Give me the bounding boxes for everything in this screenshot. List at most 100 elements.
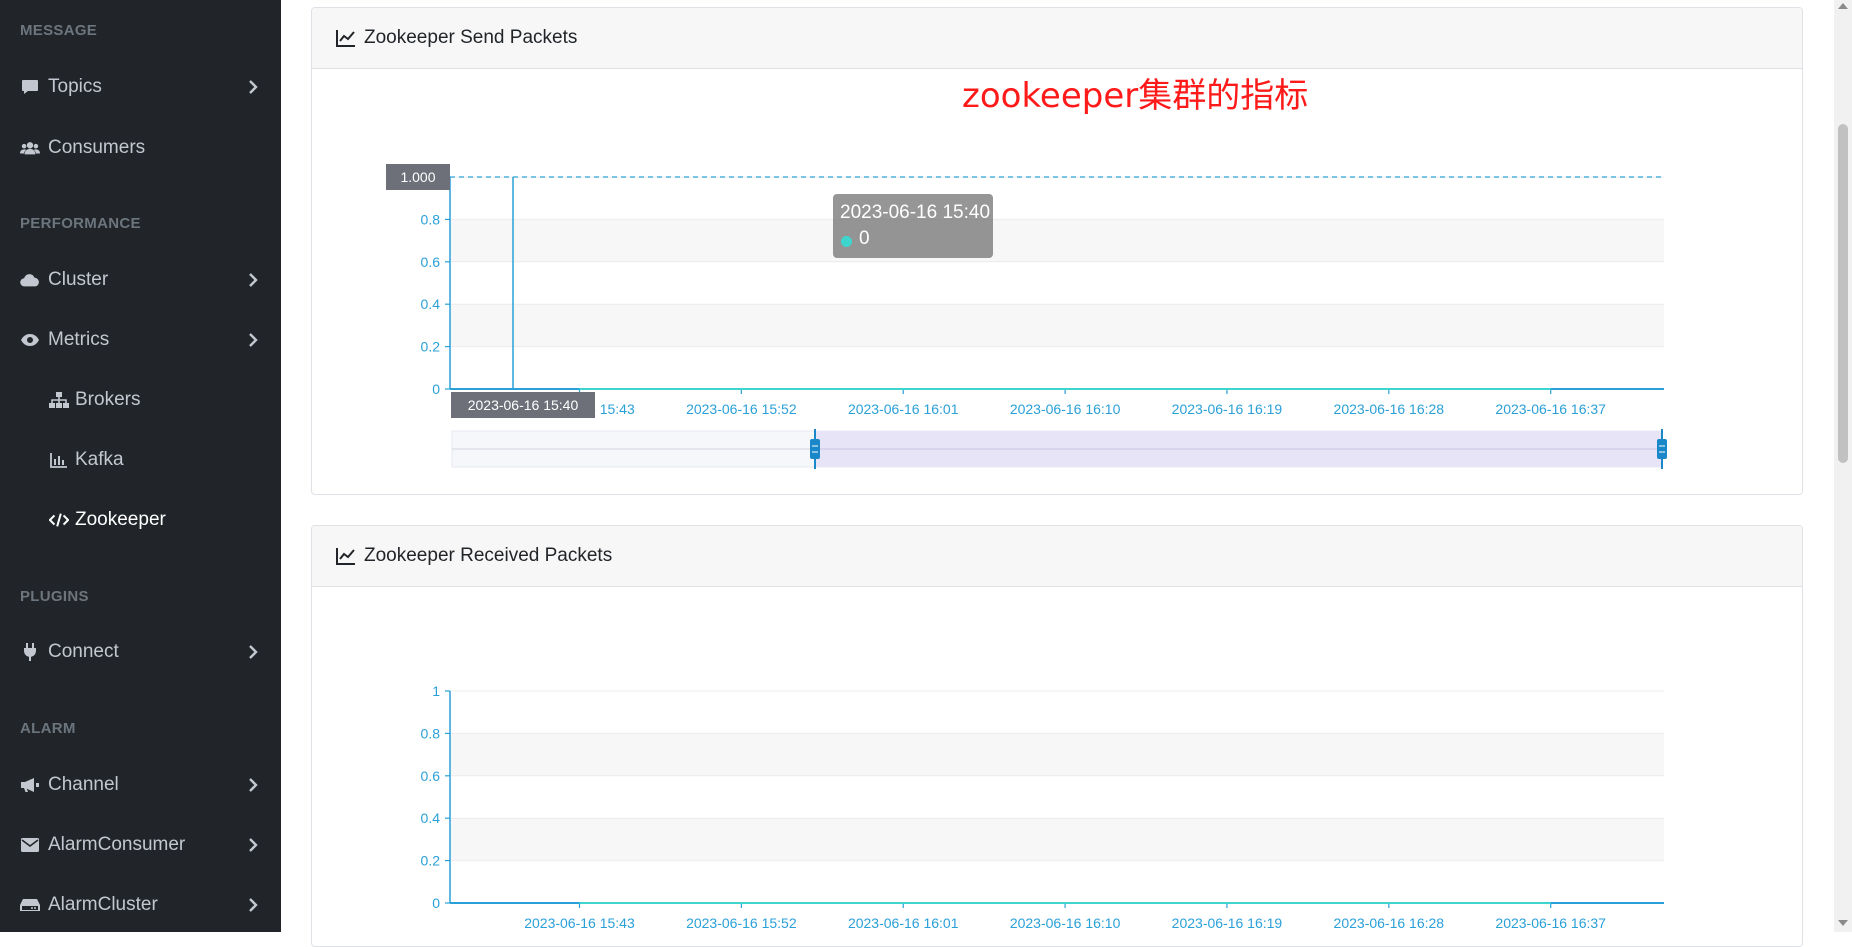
- handle-grip: [1657, 439, 1667, 459]
- chart-tooltip: 2023-06-16 15:40 0: [833, 194, 993, 258]
- sidebar-item-topics[interactable]: Topics: [0, 62, 281, 112]
- x-tick-label: 2023-06-16 16:37: [1495, 915, 1606, 931]
- x-tick-label: 2023-06-16 15:52: [686, 915, 797, 931]
- x-tick-label: 2023-06-16 16:10: [1010, 915, 1121, 931]
- grid-band: [450, 691, 1664, 734]
- bullhorn-icon: [20, 775, 40, 795]
- y-tick-label: 0: [432, 381, 440, 397]
- sidebar-item-label: Consumers: [48, 137, 146, 158]
- chevron-right-icon: [249, 838, 258, 852]
- y-tick-label: 0.6: [421, 768, 441, 784]
- series-marker: [841, 236, 852, 247]
- sidebar-item-metrics[interactable]: Metrics: [0, 315, 281, 365]
- axis-pointer-x-label: 2023-06-16 15:40: [468, 397, 579, 413]
- sidebar-item-channel[interactable]: Channel: [0, 760, 281, 810]
- chevron-right-icon: [249, 80, 258, 94]
- sidebar-item-label: Connect: [48, 641, 119, 662]
- tooltip-value: 0: [859, 228, 870, 249]
- page-scrollbar[interactable]: [1834, 0, 1852, 932]
- card-header: Zookeeper Received Packets: [312, 526, 1802, 587]
- sidebar-item-zookeeper[interactable]: Zookeeper: [0, 495, 281, 545]
- chevron-right-icon: [249, 645, 258, 659]
- chevron-right-icon: [249, 273, 258, 287]
- hdd-icon: [20, 895, 40, 915]
- axis-pointer-y-label: 1.000: [400, 169, 435, 185]
- x-tick-label: 2023-06-16 16:37: [1495, 401, 1606, 417]
- sidebar-item-label: AlarmConsumer: [48, 834, 186, 855]
- sidebar: MESSAGE Topics Consumers PERFORMANCE Clu…: [0, 0, 281, 932]
- grid-band: [450, 818, 1664, 861]
- sidebar-item-kafka[interactable]: Kafka: [0, 435, 281, 485]
- section-message: MESSAGE: [20, 22, 98, 39]
- card-title: Zookeeper Received Packets: [364, 545, 613, 566]
- tooltip-date: 2023-06-16 15:40: [840, 202, 991, 223]
- y-tick-label: 0.4: [421, 810, 441, 826]
- received-packets-card: Zookeeper Received Packets 0 0.2 0.4 0.6 0.8…: [311, 525, 1803, 947]
- scroll-up-arrow-icon[interactable]: [1838, 3, 1848, 9]
- grid-band: [450, 177, 1664, 220]
- sidebar-item-label: Zookeeper: [75, 509, 166, 530]
- x-tick-label: 2023-06-16 16:19: [1172, 401, 1283, 417]
- cloud-icon: [20, 270, 40, 290]
- handle-grip: [810, 439, 820, 459]
- y-tick-label: 1: [432, 683, 440, 699]
- sidebar-item-label: Brokers: [75, 389, 141, 410]
- sidebar-item-label: AlarmCluster: [48, 894, 158, 915]
- section-alarm: ALARM: [20, 720, 76, 737]
- sidebar-item-label: Topics: [48, 76, 102, 97]
- x-tick-label: 2023-06-16 16:28: [1334, 915, 1445, 931]
- sidebar-item-brokers[interactable]: Brokers: [0, 375, 281, 425]
- annotation-text: zookeeper集群的指标: [962, 76, 1309, 116]
- sitemap-icon: [49, 390, 69, 410]
- chart-bar-icon: [49, 450, 69, 470]
- x-tick-label: 2023-06-16 16:28: [1334, 401, 1445, 417]
- y-tick-label: 0.4: [421, 296, 441, 312]
- plug-icon: [20, 642, 40, 662]
- y-tick-label: 0: [432, 895, 440, 911]
- sidebar-item-alarm-cluster[interactable]: AlarmCluster: [0, 880, 281, 930]
- x-tick-label: 2023-06-16 16:01: [848, 915, 959, 931]
- x-tick-label: 2023-06-16 16:19: [1172, 915, 1283, 931]
- scroll-down-arrow-icon[interactable]: [1838, 920, 1848, 926]
- chevron-right-icon: [249, 778, 258, 792]
- chevron-right-icon: [249, 898, 258, 912]
- sidebar-item-label: Metrics: [48, 329, 110, 350]
- chart-line-icon: [336, 29, 356, 47]
- section-plugins: PLUGINS: [20, 588, 89, 605]
- x-tick-label: 2023-06-16 16:01: [848, 401, 959, 417]
- grid-band: [450, 219, 1664, 262]
- scrollbar-thumb[interactable]: [1838, 124, 1848, 463]
- y-tick-label: 0.2: [421, 339, 441, 355]
- sidebar-item-consumers[interactable]: Consumers: [0, 123, 281, 173]
- sidebar-item-label: Cluster: [48, 269, 109, 290]
- sidebar-item-cluster[interactable]: Cluster: [0, 255, 281, 305]
- eye-icon: [20, 330, 40, 350]
- card-title: Zookeeper Send Packets: [364, 27, 578, 48]
- grid-band: [450, 733, 1664, 776]
- send-packets-chart[interactable]: 00.20.40.60.82023-06-16 15:432023-06-16 …: [312, 69, 1802, 494]
- x-tick-label: 2023-06-16 16:10: [1010, 401, 1121, 417]
- grid-band: [450, 261, 1664, 305]
- x-tick-label: 2023-06-16 15:43: [524, 915, 635, 931]
- sidebar-item-label: Kafka: [75, 449, 124, 470]
- received-packets-chart[interactable]: 0 0.2 0.4 0.6 0.8 1 2023-06-16 15:43 2023-06-16…: [312, 587, 1802, 947]
- users-icon: [20, 138, 40, 158]
- grid-band: [450, 775, 1664, 819]
- y-tick-label: 0.8: [421, 725, 441, 741]
- sidebar-item-alarm-consumer[interactable]: AlarmConsumer: [0, 820, 281, 870]
- sidebar-item-connect[interactable]: Connect: [0, 627, 281, 677]
- envelope-icon: [20, 835, 40, 855]
- x-tick-label: 2023-06-16 15:52: [686, 401, 797, 417]
- grid-band: [450, 346, 1664, 389]
- comment-icon: [20, 77, 40, 97]
- main-content: Zookeeper Send Packets 0 0.2 0.4 0.6 0.8 2023…: [281, 0, 1852, 947]
- y-tick-label: 0.6: [421, 254, 441, 270]
- grid-band: [450, 860, 1664, 903]
- chevron-right-icon: [249, 333, 258, 347]
- y-tick-label: 0.2: [421, 853, 441, 869]
- section-performance: PERFORMANCE: [20, 215, 141, 232]
- chart-line-icon: [336, 547, 356, 565]
- y-tick-label: 0.8: [421, 211, 441, 227]
- card-header: Zookeeper Send Packets: [312, 8, 1802, 69]
- grid-band: [450, 304, 1664, 347]
